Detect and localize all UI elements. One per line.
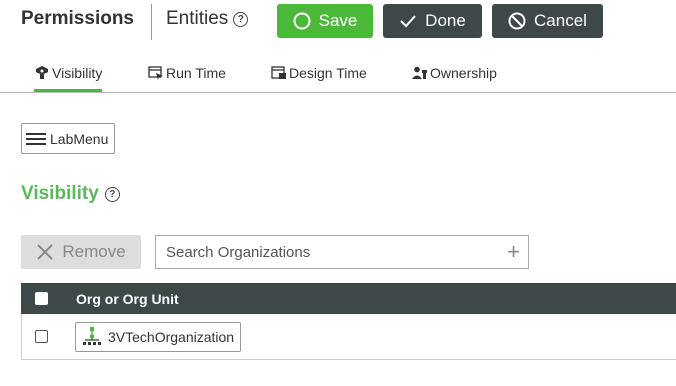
design-window-icon xyxy=(271,66,286,79)
save-label: Save xyxy=(318,11,358,30)
row-checkbox[interactable] xyxy=(35,330,48,343)
org-tree-icon xyxy=(83,326,101,345)
org-chip[interactable]: 3VTechOrganization xyxy=(75,321,242,352)
org-name: 3VTechOrganization xyxy=(108,328,235,345)
help-icon[interactable]: ? xyxy=(233,11,249,27)
search-input[interactable] xyxy=(164,242,508,262)
tab-ownership[interactable]: Ownership xyxy=(412,61,497,85)
owner-key-icon xyxy=(412,66,427,79)
lab-menu-label: LabMenu xyxy=(50,130,109,147)
checkmark-icon xyxy=(400,15,416,28)
entities-label: Entities xyxy=(166,8,229,29)
add-icon[interactable]: + xyxy=(507,241,520,263)
select-all-checkbox[interactable] xyxy=(35,292,48,305)
entities-heading: Entities ? xyxy=(166,8,249,30)
cancel-button[interactable]: Cancel xyxy=(492,4,603,38)
hamburger-icon xyxy=(26,132,46,145)
tab-design-time[interactable]: Design Time xyxy=(271,61,367,85)
column-header-org[interactable]: Org or Org Unit xyxy=(76,291,179,307)
tab-label: Ownership xyxy=(430,65,497,81)
cancel-label: Cancel xyxy=(534,11,587,30)
lab-menu-button[interactable]: LabMenu xyxy=(21,123,115,154)
header-divider xyxy=(151,4,152,40)
help-icon[interactable]: ? xyxy=(104,186,120,202)
save-button[interactable]: Save xyxy=(277,4,373,38)
table-row: 3VTechOrganization xyxy=(21,314,676,360)
tab-label: Design Time xyxy=(289,65,367,81)
circle-icon xyxy=(293,12,311,30)
remove-button[interactable]: Remove xyxy=(21,235,141,269)
remove-label: Remove xyxy=(62,242,126,261)
close-icon xyxy=(37,244,54,260)
done-button[interactable]: Done xyxy=(383,4,482,38)
eye-shield-icon xyxy=(36,66,48,79)
table-header: Org or Org Unit xyxy=(21,283,676,314)
tab-visibility[interactable]: Visibility xyxy=(34,61,103,92)
tab-bar: Visibility Run Time Design Time Ownershi… xyxy=(0,52,676,93)
tab-label: Visibility xyxy=(52,65,103,81)
tab-label: Run Time xyxy=(166,65,226,81)
section-title-text: Visibility xyxy=(21,183,99,204)
tab-run-time[interactable]: Run Time xyxy=(148,61,226,85)
done-label: Done xyxy=(425,11,466,30)
run-window-icon xyxy=(148,66,163,80)
page-title: Permissions xyxy=(21,8,134,29)
search-organizations-field[interactable]: + xyxy=(155,235,529,269)
section-title: Visibility ? xyxy=(21,183,120,205)
ban-icon xyxy=(508,12,526,30)
